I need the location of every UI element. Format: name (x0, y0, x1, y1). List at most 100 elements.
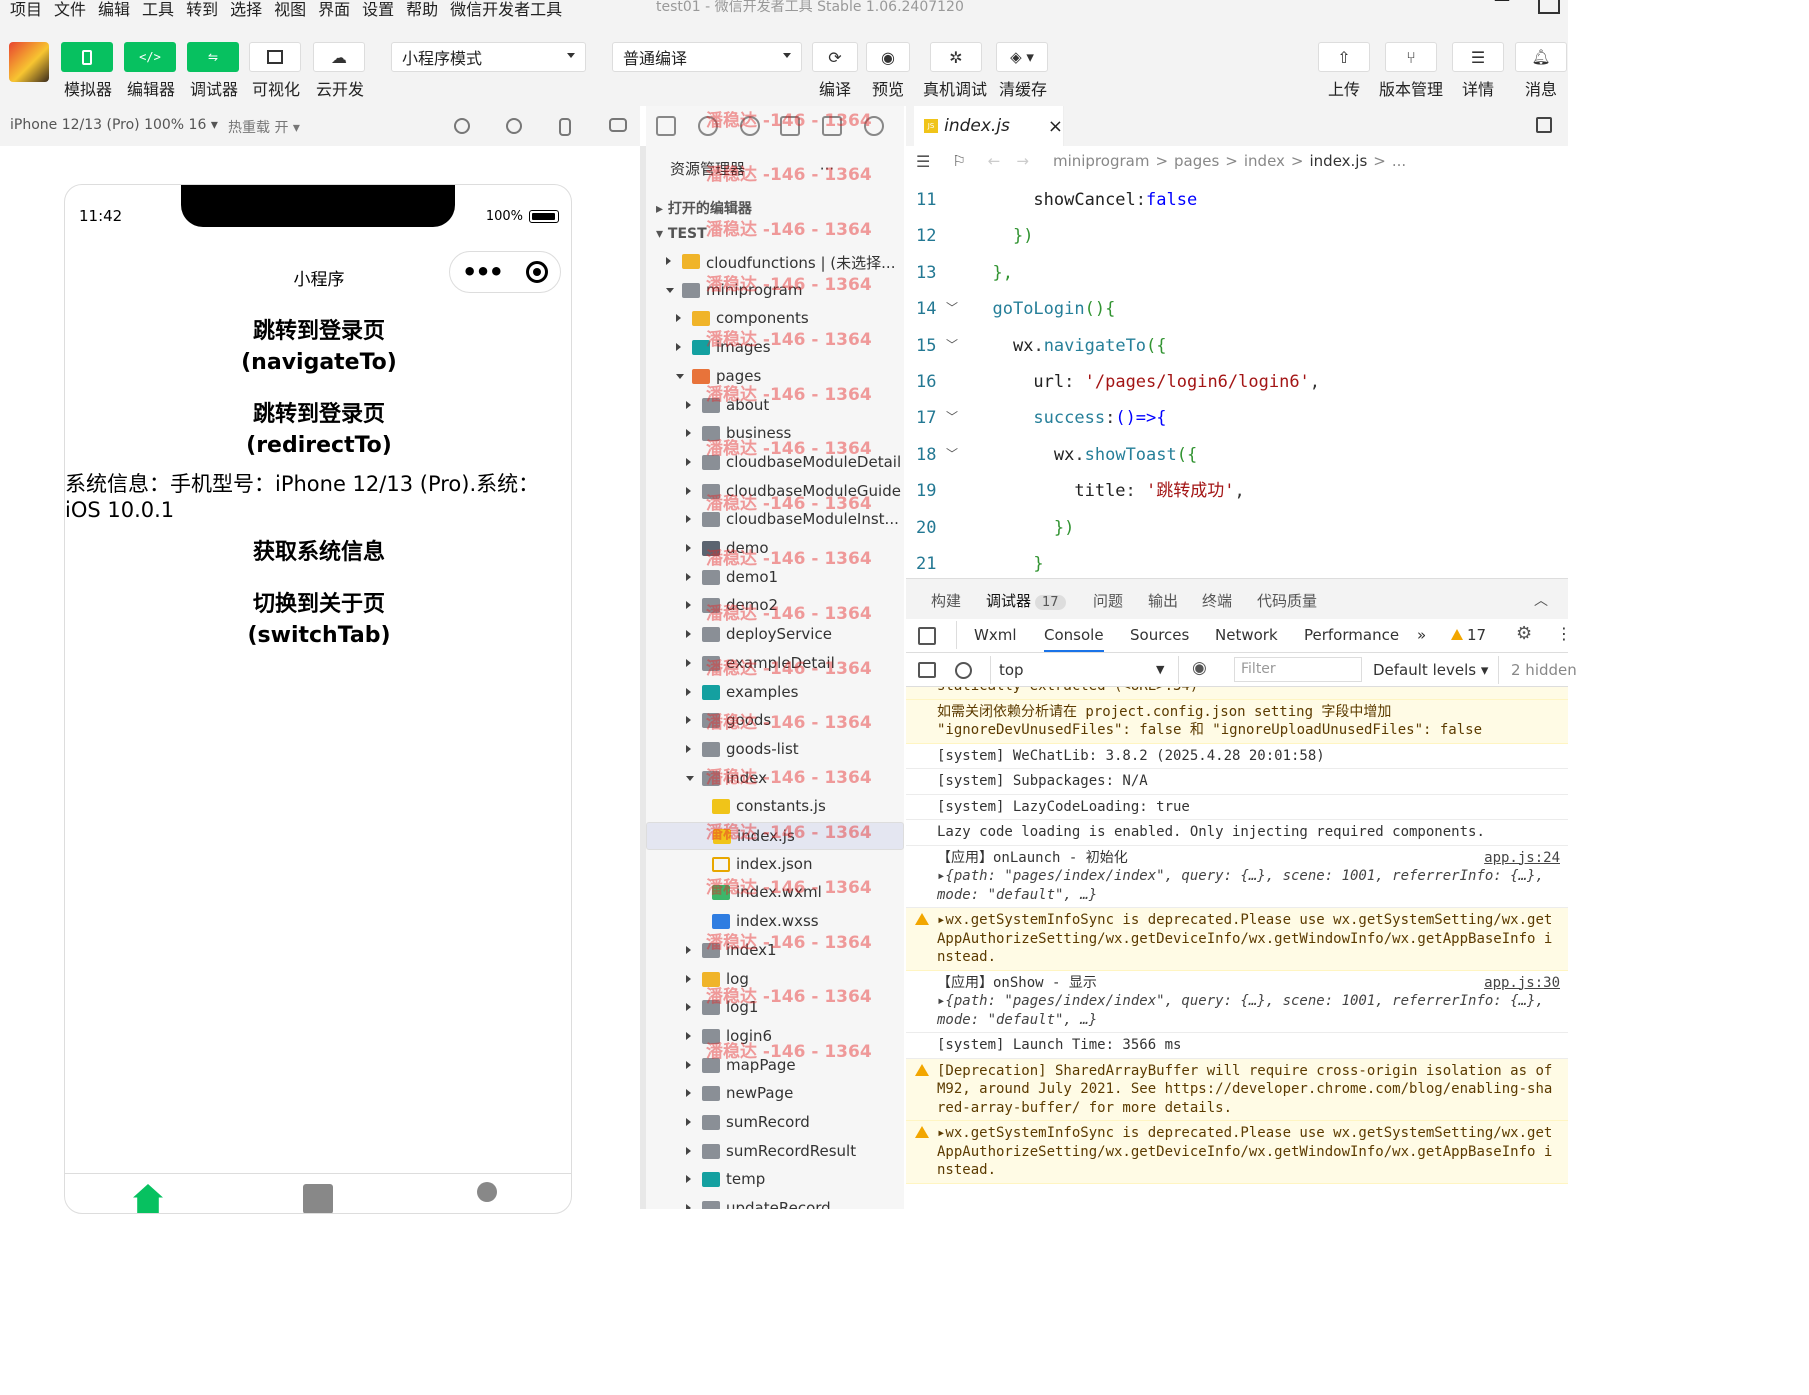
project-section[interactable]: ▾ TEST (656, 226, 707, 242)
live-expression-eye-icon[interactable]: ◉ (1192, 658, 1207, 678)
breadcrumb-item[interactable]: index (1244, 152, 1285, 170)
search-icon[interactable] (698, 116, 718, 136)
terminal-icon[interactable] (303, 1184, 333, 1213)
more-actions-icon[interactable]: ··· (820, 160, 834, 178)
chevron-right-icon[interactable] (676, 343, 681, 352)
menu-item[interactable]: 编辑 (98, 0, 130, 20)
file-tree-item[interactable]: demo2 (646, 592, 904, 620)
console-message[interactable]: 【应用】onLaunch - 初始化 app.js:24 ▸{path: "page… (906, 846, 1568, 908)
breadcrumb-item[interactable]: pages (1174, 152, 1219, 170)
bookmark-icon[interactable]: ⚐ (952, 152, 965, 170)
file-tree-item[interactable]: demo1 (646, 564, 904, 592)
file-tree-item[interactable]: index1 (646, 937, 904, 965)
chevron-down-icon[interactable] (666, 287, 674, 297)
version-button[interactable]: ⑂ (1385, 42, 1437, 72)
chevron-down-icon[interactable]: ▼ (1156, 663, 1164, 676)
real-debug-button[interactable]: ✲ (930, 42, 982, 72)
kebab-menu-icon[interactable]: ⋮ (1556, 624, 1572, 643)
file-tree-item[interactable]: cloudbaseModuleDetail (646, 449, 904, 477)
tab-network[interactable]: Network (1215, 626, 1278, 644)
fold-chevron-icon[interactable]: ﹀ (946, 445, 958, 462)
breadcrumb-item[interactable]: index.js (1310, 152, 1368, 170)
warning-counter[interactable]: 17 (1451, 626, 1486, 644)
switch-tab-button[interactable]: 切换到关于页 (switchTab) (65, 589, 571, 651)
file-tree-item[interactable]: log (646, 966, 904, 994)
chevron-right-icon[interactable] (686, 687, 691, 696)
console-message[interactable]: [system] WeChatLib: 3.8.2 (2025.4.28 20:… (906, 744, 1568, 769)
menu-item[interactable]: 工具 (142, 0, 174, 20)
messages-button[interactable]: 🔔︎ (1515, 42, 1567, 72)
menu-item[interactable]: 设置 (362, 0, 394, 20)
chevron-right-icon[interactable] (686, 515, 691, 524)
mode-select[interactable]: 小程序模式 (391, 42, 586, 72)
chevron-right-icon[interactable] (686, 457, 691, 466)
compile-select[interactable]: 普通编译 (612, 42, 802, 72)
file-tree-item[interactable]: deployService (646, 621, 904, 649)
preview-button[interactable]: ◉ (866, 42, 910, 72)
file-tree-item[interactable]: newPage (646, 1080, 904, 1108)
file-tree-item[interactable]: index.wxml (646, 879, 904, 907)
split-editor-icon[interactable] (1536, 117, 1552, 133)
file-tree-item[interactable]: sumRecord (646, 1109, 904, 1137)
tab-debugger[interactable]: 调试器 17 (986, 590, 1066, 611)
tab-build[interactable]: 构建 (931, 590, 961, 611)
menu-item[interactable]: 转到 (186, 0, 218, 20)
stop-icon[interactable] (506, 118, 522, 134)
file-tree-item[interactable]: miniprogram (646, 277, 904, 305)
tab-terminal[interactable]: 终端 (1202, 590, 1232, 611)
console-warning[interactable]: ▸wx.getSystemInfoSync is deprecated.Plea… (906, 1121, 1568, 1184)
file-tree-item[interactable]: exampleDetail (646, 650, 904, 678)
chevron-right-icon[interactable] (686, 1118, 691, 1126)
capsule-menu[interactable]: ••• (449, 251, 561, 293)
chevron-right-icon[interactable] (686, 400, 691, 409)
rotate-icon[interactable] (454, 118, 470, 134)
fold-chevron-icon[interactable]: ﹀ (946, 336, 958, 353)
files-icon[interactable] (656, 116, 676, 136)
open-editors-section[interactable]: ▸ 打开的编辑器 (656, 198, 752, 218)
list-icon[interactable]: ☰ (916, 152, 930, 171)
chevron-right-icon[interactable] (686, 974, 691, 983)
fold-chevron-icon[interactable]: ﹀ (946, 299, 958, 316)
clear-console-icon[interactable] (955, 662, 972, 679)
menu-item[interactable]: 界面 (318, 0, 350, 20)
chevron-right-icon[interactable] (676, 314, 681, 323)
code-lines[interactable]: showCancel:false }) }, goToLogin(){ wx.n… (972, 182, 1568, 582)
console-message[interactable]: Lazy code loading is enabled. Only injec… (906, 820, 1568, 846)
tab-performance[interactable]: Performance (1304, 626, 1399, 644)
source-link[interactable]: app.js:30 (1484, 974, 1560, 993)
menu-item[interactable]: 项目 (10, 0, 42, 20)
extensions-icon[interactable] (780, 116, 800, 136)
chevron-right-icon[interactable] (686, 744, 691, 753)
chevron-right-icon[interactable] (686, 429, 691, 438)
tab-output[interactable]: 输出 (1148, 590, 1178, 611)
fold-chevron-icon[interactable]: ﹀ (946, 408, 958, 425)
filter-input[interactable]: Filter (1234, 657, 1362, 682)
device-select[interactable]: iPhone 12/13 (Pro) 100% 16 ▾ (10, 117, 218, 133)
minimize-icon[interactable]: — (1494, 0, 1510, 9)
console-message[interactable]: [system] Launch Time: 3566 ms (906, 1033, 1568, 1059)
context-select[interactable]: top (999, 661, 1024, 679)
file-tree-item[interactable]: index (646, 765, 904, 793)
console-object[interactable]: ▸{path: "pages/index/index", query: {…},… (937, 867, 1560, 904)
more-icon[interactable]: ••• (462, 258, 504, 286)
settings-gear-icon[interactable]: ⚙ (1516, 623, 1532, 644)
file-tree-item[interactable]: pages (646, 363, 904, 391)
breadcrumb-item[interactable]: miniprogram (1053, 152, 1149, 170)
chevron-right-icon[interactable] (686, 572, 691, 581)
console-message[interactable]: [system] LazyCodeLoading: true (906, 795, 1568, 820)
chevron-down-icon[interactable] (686, 775, 694, 785)
forward-icon[interactable]: → (1016, 152, 1029, 170)
chevron-right-icon[interactable] (686, 486, 691, 495)
file-tree-item[interactable]: index.json (646, 851, 904, 879)
upload-button[interactable]: ⇧ (1318, 42, 1370, 72)
debugger-button[interactable]: ⇋ (187, 42, 239, 72)
file-tree-item[interactable]: demo (646, 535, 904, 563)
redirect-to-login-button[interactable]: 跳转到登录页 (redirectTo) (65, 399, 571, 461)
window-icon[interactable] (609, 118, 627, 132)
chevron-right-icon[interactable] (686, 544, 691, 552)
chevron-right-icon[interactable] (686, 1089, 691, 1098)
maximize-icon[interactable] (1538, 0, 1560, 14)
chevron-right-icon[interactable] (686, 1003, 691, 1012)
more-tabs-icon[interactable]: » (1417, 626, 1426, 644)
close-mini-program-icon[interactable] (526, 261, 548, 283)
